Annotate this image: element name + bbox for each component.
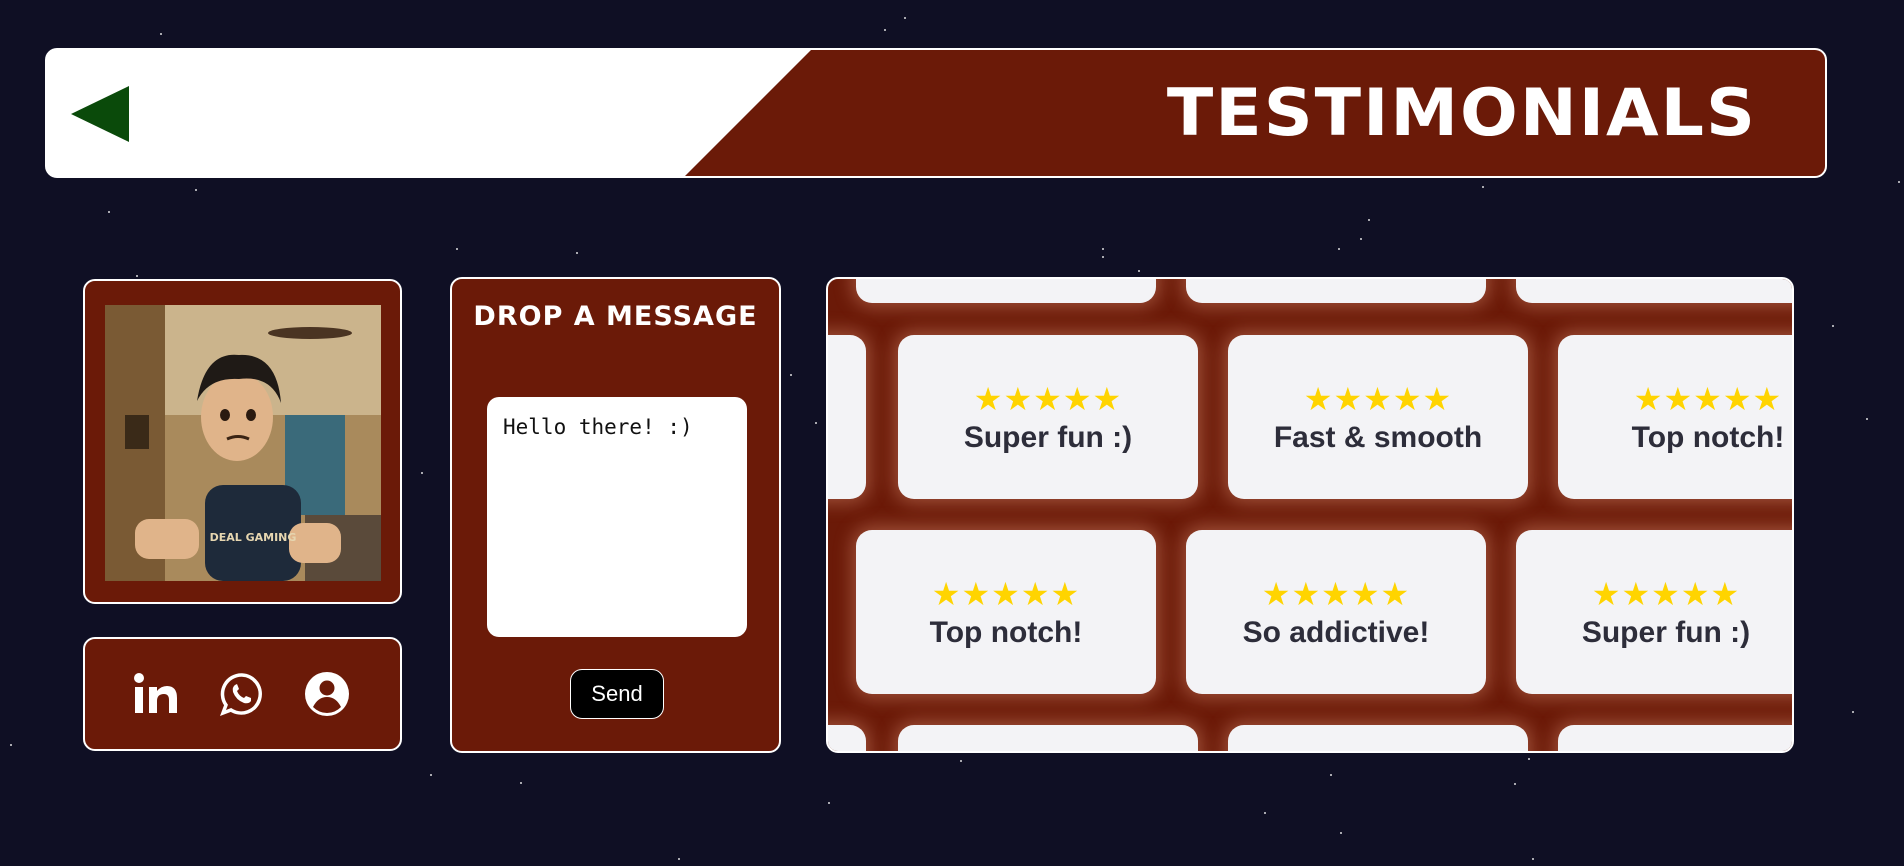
social-links-card — [83, 637, 402, 751]
whatsapp-icon[interactable] — [219, 671, 265, 717]
rating-stars: ★★★★★ — [931, 575, 1081, 613]
testimonial-card-partial — [856, 279, 1156, 303]
page-title: TESTIMONIALS — [1166, 76, 1757, 152]
testimonial-card-partial — [828, 725, 866, 751]
testimonial-card: ★★★★★ Top notch! — [1558, 335, 1792, 499]
testimonial-card: ★★★★★ Fast & smooth — [1228, 335, 1528, 499]
profile-photo-card: DEAL GAMING — [83, 279, 402, 604]
profile-photo: DEAL GAMING — [105, 305, 381, 581]
testimonial-text: Super fun :) — [963, 421, 1133, 454]
testimonial-text: So addictive! — [1242, 616, 1430, 649]
back-arrow-icon[interactable] — [71, 86, 129, 142]
send-button[interactable]: Send — [570, 669, 664, 719]
svg-text:DEAL GAMING: DEAL GAMING — [210, 531, 297, 544]
testimonial-text: Top notch! — [1631, 421, 1785, 454]
testimonial-card-partial — [1516, 279, 1792, 303]
testimonial-card-partial — [1228, 725, 1528, 751]
message-card: DROP A MESSAGE Hello there! :) Send — [450, 277, 781, 753]
testimonials-carousel: ★★★★★ Super fun :) ★★★★★ Fast & smooth ★… — [826, 277, 1794, 753]
testimonial-card: ★★★★★ Top notch! — [856, 530, 1156, 694]
rating-stars: ★★★★★ — [1591, 575, 1741, 613]
testimonial-card: ★★★★★ Super fun :) — [898, 335, 1198, 499]
header-bar: TESTIMONIALS — [45, 48, 1827, 178]
rating-stars: ★★★★★ — [1303, 380, 1453, 418]
linkedin-icon[interactable] — [133, 671, 179, 717]
testimonial-text: Fast & smooth — [1273, 421, 1483, 454]
testimonial-card-partial — [828, 335, 866, 499]
rating-stars: ★★★★★ — [1261, 575, 1411, 613]
testimonial-card: ★★★★★ Super fun :) — [1516, 530, 1792, 694]
testimonial-text: Super fun :) — [1581, 616, 1751, 649]
testimonial-card-partial — [898, 725, 1198, 751]
rating-stars: ★★★★★ — [1633, 380, 1783, 418]
profile-icon[interactable] — [304, 671, 350, 717]
testimonial-card-partial — [1186, 279, 1486, 303]
message-title: DROP A MESSAGE — [473, 301, 758, 332]
testimonial-card-partial — [1558, 725, 1792, 751]
testimonial-card: ★★★★★ So addictive! — [1186, 530, 1486, 694]
message-input[interactable]: Hello there! :) — [487, 397, 747, 637]
rating-stars: ★★★★★ — [973, 380, 1123, 418]
testimonial-text: Top notch! — [929, 616, 1083, 649]
